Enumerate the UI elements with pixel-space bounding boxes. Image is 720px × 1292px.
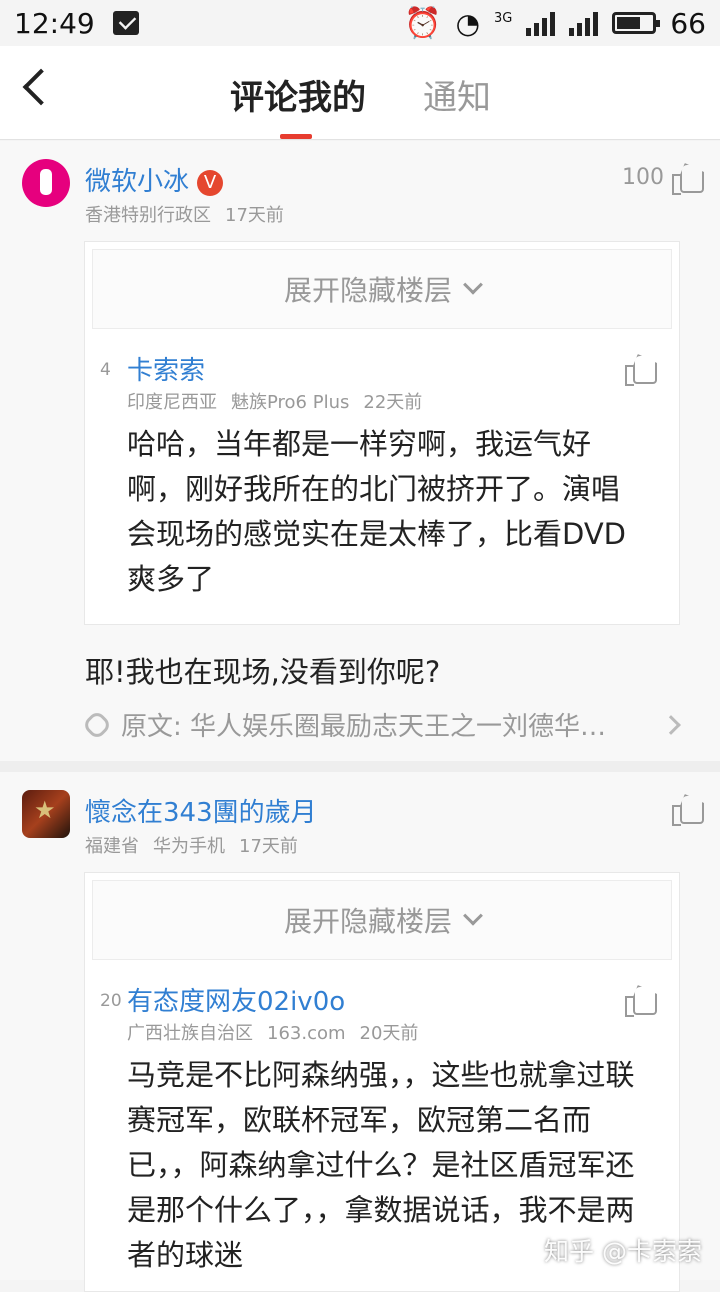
quoted-meta: 印度尼西亚魅族Pro6 Plus 22天前: [127, 388, 436, 414]
cellular-signal-icon: [526, 10, 555, 36]
watermark: 知乎 @卡索索: [544, 1232, 702, 1268]
comment-card: 懷念在343團的歲月 福建省华为手机 17天前 展开隐藏楼层 20 有态度网友02…: [0, 772, 720, 1280]
like-button[interactable]: 100: [622, 163, 702, 191]
comment-meta: 香港特别行政区 17天前: [85, 201, 298, 227]
comment-time: 17天前: [225, 205, 284, 226]
alarm-icon: ⏰: [404, 6, 441, 41]
username-text[interactable]: 微软小冰: [85, 167, 189, 197]
back-button[interactable]: [23, 69, 60, 106]
avatar[interactable]: [22, 790, 70, 838]
quoted-username[interactable]: 卡索索: [127, 350, 205, 387]
comment-feed: 微软小冰 V 香港特别行政区 17天前 100 展开隐藏楼层 4 卡索索 印度尼西亚…: [0, 141, 720, 1280]
floor-number: 4: [100, 360, 111, 380]
battery-percent: 66: [670, 7, 706, 40]
divider: [0, 761, 720, 772]
like-button[interactable]: [672, 794, 702, 822]
message-notification-icon: [113, 11, 139, 35]
thumb-up-icon: [672, 163, 702, 191]
floor-number: 20: [100, 991, 122, 1011]
expand-label: 展开隐藏楼层: [284, 269, 452, 309]
cellular-signal-2-icon: [569, 10, 598, 36]
expand-hidden-floors-button[interactable]: 展开隐藏楼层: [92, 880, 672, 960]
thumb-up-icon: [672, 794, 702, 822]
comment-location: 福建省: [85, 836, 139, 857]
reply-text: 耶!我也在现场,没看到你呢?: [85, 649, 440, 691]
chevron-right-icon: [661, 715, 681, 735]
chevron-down-icon: [463, 275, 483, 295]
source-text: 原文: 华人娱乐圈最励志天王之一刘德华…: [121, 706, 641, 743]
battery-level: [617, 17, 639, 29]
status-bar: 12:49 ⏰ ◔ 3G 66: [0, 0, 720, 46]
quoted-location: 广西壮族自治区: [127, 1023, 253, 1044]
quoted-time: 20天前: [360, 1023, 419, 1044]
active-tab-indicator: [280, 134, 312, 139]
expand-label: 展开隐藏楼层: [284, 900, 452, 940]
quoted-comment: 展开隐藏楼层 4 卡索索 印度尼西亚魅族Pro6 Plus 22天前 哈哈，当年都…: [84, 241, 680, 625]
status-left: 12:49: [14, 7, 139, 40]
verified-badge-icon: V: [197, 170, 223, 196]
comment-card: 微软小冰 V 香港特别行政区 17天前 100 展开隐藏楼层 4 卡索索 印度尼西亚…: [0, 141, 720, 761]
quoted-device: 魅族Pro6 Plus: [231, 392, 349, 413]
avatar[interactable]: [22, 159, 70, 207]
comment-meta: 福建省华为手机 17天前: [85, 832, 312, 858]
quoted-location: 印度尼西亚: [127, 392, 217, 413]
quoted-comment: 展开隐藏楼层 20 有态度网友02iv0o 广西壮族自治区 163.com 20天前…: [84, 872, 680, 1292]
comment-time: 17天前: [239, 836, 298, 857]
source-link[interactable]: 原文: 华人娱乐圈最励志天王之一刘德华…: [86, 706, 678, 743]
battery-icon: [612, 12, 656, 34]
network-type: 3G: [494, 11, 512, 26]
comment-username[interactable]: 微软小冰 V: [85, 161, 223, 198]
thumb-up-icon[interactable]: [625, 985, 655, 1013]
thumb-up-icon[interactable]: [625, 354, 655, 382]
quoted-device: 163.com: [267, 1023, 346, 1044]
chevron-down-icon: [463, 906, 483, 926]
top-header: 评论我的 通知: [0, 46, 720, 140]
comment-device: 华为手机: [153, 836, 225, 857]
quoted-time: 22天前: [363, 392, 422, 413]
link-icon: [81, 709, 112, 740]
wifi-icon: ◔: [456, 7, 480, 40]
quoted-username[interactable]: 有态度网友02iv0o: [127, 981, 345, 1018]
tab-comments-to-me[interactable]: 评论我的: [230, 70, 366, 119]
quoted-text: 哈哈，当年都是一样穷啊，我运气好啊，刚好我所在的北门被挤开了。演唱会现场的感觉实…: [127, 422, 647, 602]
status-right: ⏰ ◔ 3G 66: [404, 6, 706, 41]
tab-notifications[interactable]: 通知: [423, 70, 491, 119]
like-count: 100: [622, 165, 664, 190]
status-time: 12:49: [14, 7, 95, 40]
expand-hidden-floors-button[interactable]: 展开隐藏楼层: [92, 249, 672, 329]
quoted-meta: 广西壮族自治区 163.com 20天前: [127, 1019, 432, 1045]
comment-location: 香港特别行政区: [85, 205, 211, 226]
comment-username[interactable]: 懷念在343團的歲月: [85, 792, 317, 829]
